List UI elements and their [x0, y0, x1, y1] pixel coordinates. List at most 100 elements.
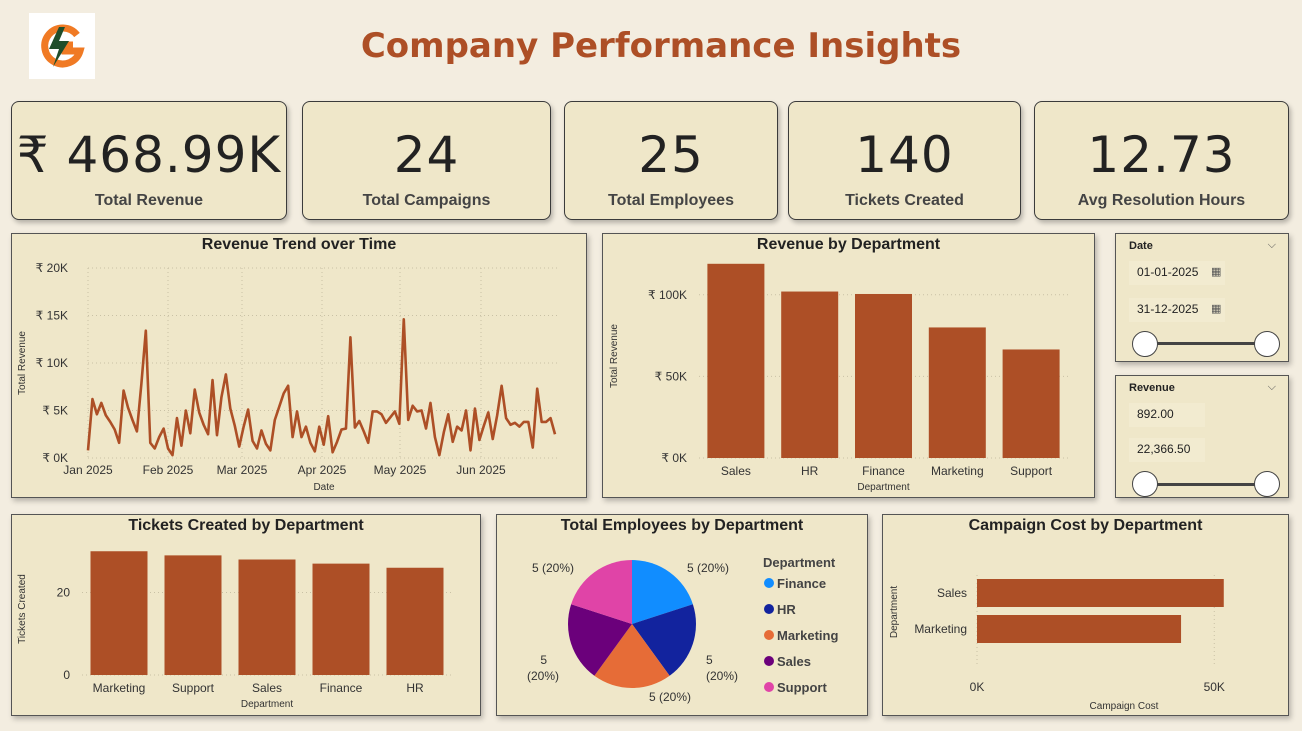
kpi-value: ₹ 468.99K — [16, 126, 282, 184]
data-label: 5 (20%) — [649, 690, 691, 704]
data-label: 5 (20%) — [706, 653, 738, 683]
kpi-label: Avg Resolution Hours — [1077, 192, 1246, 209]
legend-title: Department — [763, 555, 836, 570]
legend-marker — [764, 656, 774, 666]
y-tick-label: ₹ 50K — [655, 369, 687, 383]
kpi-label: Tickets Created — [845, 192, 964, 209]
revenue-range-track[interactable] — [1145, 483, 1266, 486]
y-tick-label: Sales — [937, 586, 967, 600]
kpi-card-total-revenue[interactable]: ₹ 468.99K Total Revenue — [11, 101, 287, 220]
x-tick-label: Sales — [721, 464, 751, 478]
data-label: 5 (20%) — [527, 653, 559, 683]
kpi-value: 140 — [855, 126, 954, 184]
kpi-card-avg-resolution-hours[interactable]: 12.73 Avg Resolution Hours — [1034, 101, 1289, 220]
x-axis-title: Department — [241, 699, 293, 710]
chevron-down-icon[interactable]: ⌵ — [1268, 380, 1276, 394]
bar-chart-svg: ₹ 0K ₹ 50K ₹ 100K Sales HR Finance Marketing Su… — [609, 263, 1068, 493]
revenue-by-department-chart[interactable]: Revenue by Department ₹ 0K ₹ 50K ₹ 100K Sal… — [602, 233, 1095, 498]
x-axis-title: Campaign Cost — [1090, 701, 1159, 712]
legend-marker — [764, 604, 774, 614]
bar — [781, 291, 839, 458]
y-tick-label: ₹ 100K — [648, 288, 687, 302]
x-tick-label: HR — [801, 464, 819, 478]
legend-label: HR — [777, 602, 796, 617]
x-tick-label: 50K — [1204, 680, 1225, 694]
kpi-label: Total Revenue — [94, 192, 204, 209]
y-tick-label: 0 — [63, 668, 70, 682]
x-axis-title: Date — [313, 482, 335, 493]
kpi-value: 24 — [393, 126, 460, 184]
legend-label: Finance — [777, 576, 826, 591]
pie-chart-svg: 5 (20%) 5 (20%) 5 (20%) 5 (20%) 5 (20%) Departm… — [527, 555, 838, 704]
y-tick-label: ₹ 5K — [42, 404, 68, 418]
x-tick-label: May 2025 — [374, 463, 427, 477]
bar — [707, 263, 765, 458]
legend-label: Sales — [777, 654, 811, 669]
legend-marker — [764, 578, 774, 588]
x-tick-label: Support — [1010, 464, 1053, 478]
kpi-value: 12.73 — [1087, 126, 1236, 184]
y-tick-label: ₹ 0K — [661, 451, 687, 465]
x-tick-label: Finance — [862, 464, 905, 478]
y-axis-title: Department — [889, 586, 900, 638]
bar — [164, 555, 222, 675]
x-tick-label: Finance — [320, 681, 363, 695]
bar-chart-svg: 0 20 Marketing Support Sales Finance HR Departm… — [17, 551, 452, 710]
x-tick-label: Marketing — [93, 681, 146, 695]
y-axis-title: Total Revenue — [17, 331, 28, 395]
chevron-down-icon[interactable]: ⌵ — [1268, 238, 1276, 252]
bar — [386, 567, 444, 675]
y-tick-label: ₹ 10K — [36, 356, 68, 370]
x-tick-label: Sales — [252, 681, 282, 695]
x-tick-label: Support — [172, 681, 215, 695]
bar — [312, 563, 370, 675]
kpi-card-total-employees[interactable]: 25 Total Employees — [564, 101, 778, 220]
x-tick-label: HR — [406, 681, 424, 695]
date-range-end-handle[interactable] — [1254, 331, 1280, 357]
x-tick-label: Apr 2025 — [298, 463, 347, 477]
slicer-title: Revenue — [1129, 382, 1175, 394]
revenue-min-input[interactable]: 892.00 — [1129, 403, 1205, 427]
legend-marker — [764, 682, 774, 692]
date-slicer[interactable]: Date ⌵ 01-01-2025 ▦ 31-12-2025 ▦ — [1115, 233, 1289, 362]
revenue-range-end-handle[interactable] — [1254, 471, 1280, 497]
revenue-trend-chart[interactable]: Revenue Trend over Time ₹ 0K ₹ 5K ₹ 10K ₹ 1… — [11, 233, 587, 498]
revenue-range-start-handle[interactable] — [1132, 471, 1158, 497]
date-range-track[interactable] — [1145, 342, 1266, 345]
bar — [928, 327, 986, 458]
data-label: 5 (20%) — [532, 561, 574, 575]
bar — [1002, 349, 1060, 458]
calendar-icon[interactable]: ▦ — [1211, 302, 1221, 315]
page-title: Company Performance Insights — [360, 26, 962, 66]
campaign-cost-by-department-chart[interactable]: Campaign Cost by Department 0K 50K Sales Ma… — [882, 514, 1289, 716]
kpi-card-tickets-created[interactable]: 140 Tickets Created — [788, 101, 1021, 220]
bar — [977, 579, 1224, 607]
y-tick-label: Marketing — [914, 622, 967, 636]
revenue-max-input[interactable]: 22,366.50 — [1129, 438, 1205, 462]
y-tick-label: ₹ 20K — [36, 261, 68, 275]
x-tick-label: Jun 2025 — [456, 463, 506, 477]
bar-chart-svg: 0K 50K Sales Marketing Campaign Cost Departme… — [889, 575, 1225, 712]
x-tick-label: Jan 2025 — [63, 463, 113, 477]
tickets-by-department-chart[interactable]: Tickets Created by Department 0 20 Marketi… — [11, 514, 481, 716]
y-axis-title: Total Revenue — [609, 324, 620, 388]
legend-label: Marketing — [777, 628, 838, 643]
bar — [977, 615, 1182, 643]
legend-marker — [764, 630, 774, 640]
revenue-slicer[interactable]: Revenue ⌵ 892.00 22,366.50 — [1115, 375, 1289, 498]
x-tick-label: Feb 2025 — [143, 463, 194, 477]
y-axis-title: Tickets Created — [17, 574, 28, 644]
calendar-icon[interactable]: ▦ — [1211, 265, 1221, 278]
x-tick-label: 0K — [970, 680, 985, 694]
data-label: 5 (20%) — [687, 561, 729, 575]
date-range-start-handle[interactable] — [1132, 331, 1158, 357]
kpi-label: Total Campaigns — [362, 192, 491, 209]
x-tick-label: Marketing — [931, 464, 984, 478]
legend-label: Support — [777, 680, 827, 695]
kpi-card-total-campaigns[interactable]: 24 Total Campaigns — [302, 101, 551, 220]
bar — [238, 559, 296, 675]
slicer-title: Date — [1129, 240, 1153, 252]
kpi-label: Total Employees — [608, 192, 734, 209]
y-tick-label: ₹ 15K — [36, 309, 68, 323]
employees-by-department-chart[interactable]: Total Employees by Department 5 (20%) 5 (2… — [496, 514, 868, 716]
